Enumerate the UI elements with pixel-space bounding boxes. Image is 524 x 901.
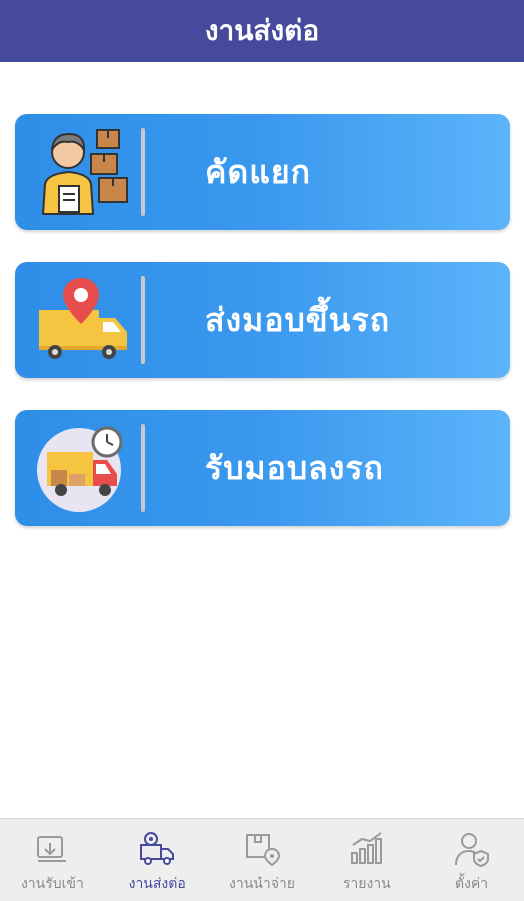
card-divider [141, 424, 145, 512]
receive-unload-label: รับมอบลงรถ [205, 448, 384, 487]
page-title: งานส่งต่อ [204, 14, 320, 47]
nav-label: งานส่งต่อ [128, 876, 186, 892]
handover-load-label: ส่งมอบขึ้นรถ [205, 300, 391, 339]
sort-label: คัดแยก [205, 152, 311, 191]
sort-menu-card[interactable]: คัดแยก [15, 114, 510, 230]
nav-label: งานนำจ่าย [229, 876, 295, 892]
worker-with-boxes-icon [33, 128, 133, 216]
nav-label: รายงาน [342, 876, 391, 892]
nav-item-settings[interactable]: ตั้งค่า [419, 819, 524, 901]
truck-clock-icon [33, 424, 133, 512]
nav-item-delivery[interactable]: งานนำจ่าย [210, 819, 315, 901]
box-location-icon [245, 834, 280, 867]
bottom-navigation: งานรับเข้า งานส่งต่อ งานนำจ่าย รายงาน ตั… [0, 818, 524, 901]
card-divider [141, 276, 145, 364]
nav-item-report[interactable]: รายงาน [314, 819, 419, 901]
nav-label: ตั้งค่า [455, 876, 489, 892]
card-divider [141, 128, 145, 216]
report-chart-icon [350, 832, 382, 864]
receive-unload-menu-card[interactable]: รับมอบลงรถ [15, 410, 510, 526]
receive-icon [37, 836, 67, 862]
nav-label: งานรับเข้า [20, 876, 84, 892]
user-settings-icon [454, 833, 489, 867]
transfer-truck-icon [140, 832, 175, 865]
nav-item-transfer[interactable]: งานส่งต่อ [105, 819, 210, 901]
nav-item-receive[interactable]: งานรับเข้า [0, 819, 105, 901]
delivery-truck-pin-icon [33, 276, 133, 364]
handover-load-menu-card[interactable]: ส่งมอบขึ้นรถ [15, 262, 510, 378]
app-header: งานส่งต่อ [0, 0, 524, 62]
